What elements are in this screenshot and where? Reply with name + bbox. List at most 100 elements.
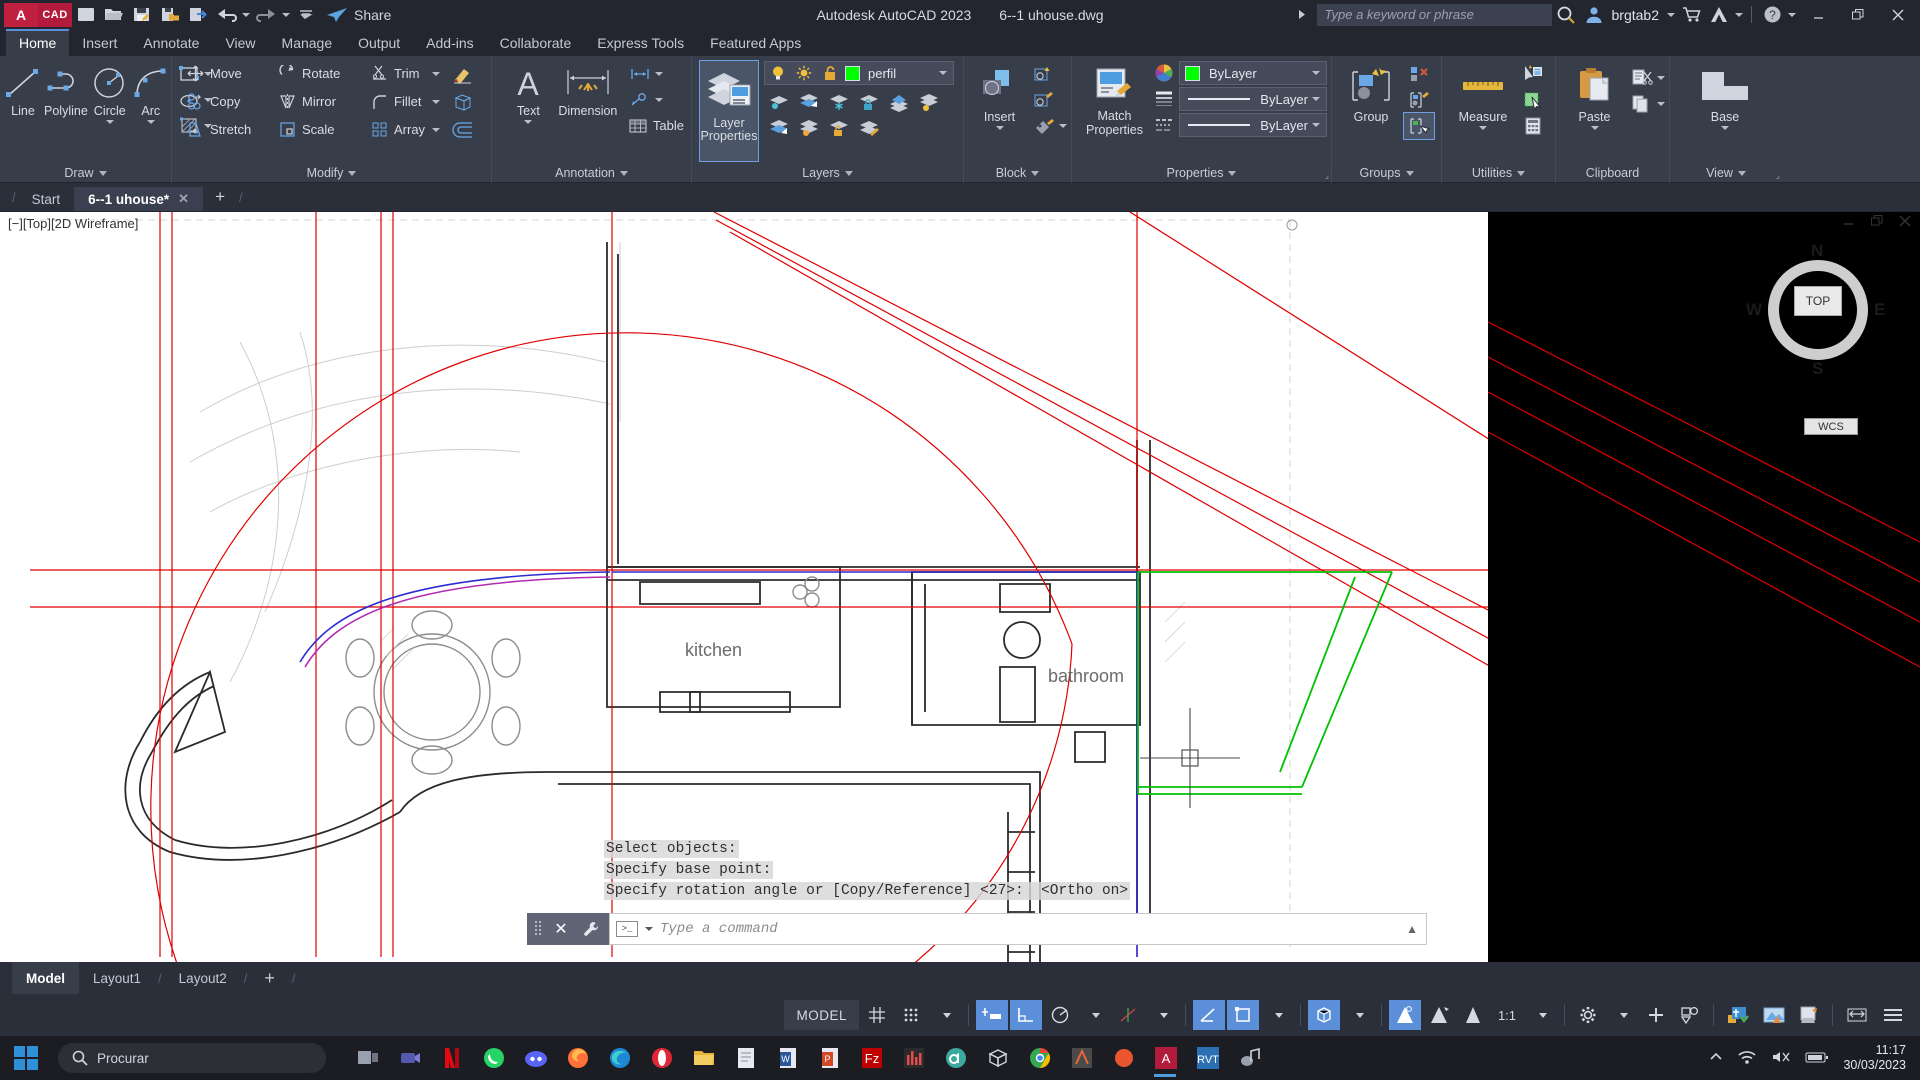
- grid-display-icon[interactable]: [861, 1000, 893, 1030]
- help-icon[interactable]: ?: [1758, 2, 1786, 28]
- cut-icon[interactable]: [1627, 65, 1657, 91]
- ribbon-tab-output[interactable]: Output: [345, 31, 413, 56]
- volume-icon[interactable]: [1771, 1049, 1791, 1068]
- create-block-icon[interactable]: [1029, 61, 1059, 87]
- mirror-button[interactable]: Mirror: [274, 89, 366, 114]
- viewport-close-button[interactable]: [1898, 214, 1912, 231]
- chevron-down-icon[interactable]: [1228, 170, 1237, 176]
- offset-icon[interactable]: [448, 117, 478, 143]
- ungroup-icon[interactable]: [1404, 61, 1434, 87]
- plot-icon[interactable]: [184, 2, 212, 28]
- redo-icon[interactable]: [252, 2, 280, 28]
- paste-dropdown-icon[interactable]: [1590, 126, 1599, 130]
- user-name[interactable]: brgtab2: [1612, 7, 1659, 23]
- chevron-down-icon[interactable]: [1405, 170, 1414, 176]
- layout-tab-layout1[interactable]: Layout1: [79, 962, 155, 994]
- layer-combo-dropdown-icon[interactable]: [939, 71, 947, 75]
- close-button[interactable]: [1878, 0, 1918, 29]
- tray-expand-icon[interactable]: [1709, 1051, 1723, 1066]
- stretch-button[interactable]: Stretch: [182, 117, 274, 142]
- chevron-down-icon[interactable]: [348, 170, 357, 176]
- taskbar-search[interactable]: Procurar: [58, 1043, 326, 1073]
- leader-dropdown-icon[interactable]: [654, 98, 663, 102]
- panel-block-title[interactable]: Block: [968, 166, 1067, 183]
- view-cube-north-label[interactable]: N: [1811, 241, 1823, 261]
- linear-dimension-dropdown-icon[interactable]: [654, 72, 663, 76]
- color-wheel-icon[interactable]: [1153, 62, 1175, 84]
- edit-attribute-dropdown-icon[interactable]: [1059, 124, 1067, 128]
- ribbon-tab-view[interactable]: View: [212, 31, 268, 56]
- search-icon[interactable]: [1552, 2, 1580, 28]
- redo-dropdown-icon[interactable]: [280, 2, 292, 28]
- panel-layers-title[interactable]: Layers: [696, 166, 959, 183]
- open-icon[interactable]: [100, 2, 128, 28]
- array-dropdown-icon[interactable]: [432, 128, 440, 132]
- calculator-icon[interactable]: [1518, 113, 1548, 139]
- ribbon-tab-addins[interactable]: Add-ins: [413, 31, 486, 56]
- command-prompt-dropdown-icon[interactable]: [644, 920, 654, 938]
- undo-dropdown-icon[interactable]: [240, 2, 252, 28]
- linear-dimension-icon[interactable]: [625, 61, 655, 87]
- model-space-button[interactable]: MODEL: [784, 1000, 859, 1030]
- add-layout-button[interactable]: +: [250, 962, 289, 994]
- command-bar[interactable]: ✕ >_ Type a command ▲: [527, 913, 1427, 945]
- panel-modify-title[interactable]: Modify: [176, 166, 487, 183]
- polar-dropdown-icon[interactable]: [1078, 1000, 1110, 1030]
- lineweight-swatch-icon[interactable]: [1153, 88, 1175, 110]
- edit-block-icon[interactable]: [1029, 87, 1059, 113]
- user-dropdown-icon[interactable]: [1665, 2, 1677, 28]
- text-button[interactable]: A Text: [504, 61, 553, 126]
- discord-icon[interactable]: [516, 1038, 556, 1078]
- graphics-performance-icon[interactable]: [1757, 1000, 1791, 1030]
- 3d-object-snap-icon[interactable]: [1423, 1000, 1455, 1030]
- ribbon-tab-home[interactable]: Home: [6, 29, 70, 56]
- osnap-dropdown-icon[interactable]: [1146, 1000, 1178, 1030]
- unlock-icon[interactable]: [819, 62, 841, 84]
- color-combo[interactable]: ByLayer: [1179, 61, 1327, 85]
- help-dropdown-icon[interactable]: [1786, 2, 1798, 28]
- restore-button[interactable]: [1838, 0, 1878, 29]
- circle-dropdown-icon[interactable]: [105, 120, 114, 124]
- command-bar-settings-icon[interactable]: [573, 913, 609, 945]
- autocad-taskbar-icon[interactable]: A: [1146, 1038, 1186, 1078]
- lineweight-combo[interactable]: ByLayer: [1179, 87, 1327, 111]
- layer-unisolate-icon[interactable]: [794, 89, 824, 115]
- doc-tab-file[interactable]: 6--1 uhouse* ✕: [74, 187, 204, 211]
- view-cube[interactable]: TOP N S E W: [1746, 241, 1885, 378]
- netflix-icon[interactable]: [432, 1038, 472, 1078]
- linetype-combo-dropdown-icon[interactable]: [1312, 123, 1320, 127]
- chevron-down-icon[interactable]: [1517, 170, 1526, 176]
- avatar[interactable]: [1580, 2, 1608, 28]
- sketchup-icon[interactable]: [978, 1038, 1018, 1078]
- linetype-swatch-icon[interactable]: [1153, 114, 1175, 136]
- 3d-solid-icon[interactable]: [448, 89, 478, 115]
- firefox-icon[interactable]: [558, 1038, 598, 1078]
- battery-icon[interactable]: [1805, 1050, 1829, 1067]
- command-bar-close-icon[interactable]: ✕: [549, 913, 573, 945]
- snap-mode-icon[interactable]: [895, 1000, 927, 1030]
- chevron-down-icon[interactable]: [98, 170, 107, 176]
- autodesk-red-icon[interactable]: [1104, 1038, 1144, 1078]
- match-properties-button[interactable]: Match Properties: [1080, 61, 1149, 139]
- layer-make-current-icon[interactable]: [884, 89, 914, 115]
- autodesk-app-icon[interactable]: [1705, 2, 1733, 28]
- insert-button[interactable]: Insert: [972, 61, 1027, 132]
- qat-more-icon[interactable]: [292, 2, 320, 28]
- autocad-logo-icon[interactable]: A: [4, 2, 38, 27]
- teams-icon[interactable]: [390, 1038, 430, 1078]
- selection-cycling-icon[interactable]: [1389, 1000, 1421, 1030]
- match-brush-icon[interactable]: [448, 61, 478, 87]
- panel-view-title[interactable]: View: [1674, 166, 1778, 183]
- measure-dropdown-icon[interactable]: [1479, 126, 1487, 130]
- word-icon[interactable]: W: [768, 1038, 808, 1078]
- hardware-acceleration-icon[interactable]: [1721, 1000, 1755, 1030]
- layer-unlock-icon[interactable]: [824, 115, 854, 141]
- table-button[interactable]: Table: [625, 113, 687, 138]
- layer-turn-all-on-icon[interactable]: [764, 115, 794, 141]
- array-button[interactable]: Array: [366, 117, 432, 142]
- task-view-icon[interactable]: [348, 1038, 388, 1078]
- taskbar-clock[interactable]: 11:17 30/03/2023: [1843, 1043, 1906, 1073]
- layout-tab-layout2[interactable]: Layout2: [165, 962, 241, 994]
- chevron-down-icon[interactable]: [844, 170, 853, 176]
- layer-combo[interactable]: perfil: [764, 61, 954, 85]
